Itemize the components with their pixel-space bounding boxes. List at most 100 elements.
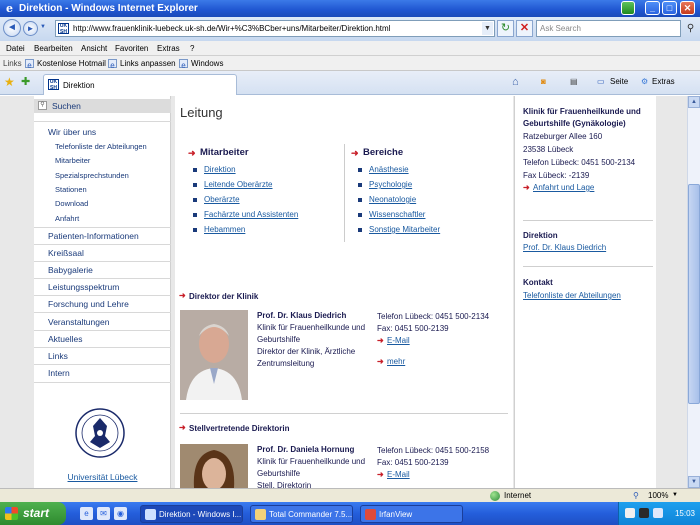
nav-item[interactable]: Kreißsaal (48, 247, 84, 259)
maximize-button[interactable]: □ (662, 1, 677, 15)
link-leitende-oberaerzte[interactable]: Leitende Oberärzte (204, 179, 273, 190)
nav-item[interactable]: Links (48, 350, 68, 362)
home-icon[interactable]: ⌂ (512, 76, 519, 88)
quicklaunch-ie-icon[interactable]: e (80, 507, 93, 520)
irfanview-icon (365, 509, 376, 520)
favorites-star-icon[interactable]: ★ (4, 75, 15, 89)
nav-item[interactable]: Aktuelles (48, 333, 83, 345)
search-input[interactable]: Ask Search (536, 20, 681, 37)
link-psychologie[interactable]: Psychologie (369, 179, 412, 190)
quicklaunch-media-icon[interactable]: ◉ (114, 507, 127, 520)
director-more-link[interactable]: mehr (387, 357, 405, 366)
deputy-email-link[interactable]: E-Mail (387, 470, 410, 479)
kontakt-link[interactable]: Telefonliste der Abteilungen (523, 290, 621, 302)
nav-item[interactable]: Babygalerie (48, 264, 93, 276)
tab-direktion[interactable]: UK SH Direktion (43, 74, 237, 95)
history-dropdown-icon[interactable]: ▼ (40, 24, 46, 30)
network-icon[interactable] (653, 508, 663, 518)
menu-extras[interactable]: Extras (157, 43, 180, 54)
arrow-icon: ➜ (377, 336, 384, 345)
task-total-commander[interactable]: Total Commander 7.5... (250, 505, 353, 523)
add-favorites-icon[interactable]: ✚ (21, 75, 30, 88)
bullet-icon (193, 168, 197, 172)
directions-link[interactable]: Anfahrt und Lage (533, 182, 594, 194)
link-wissenschaftler[interactable]: Wissenschaftler (369, 209, 425, 220)
nav-item[interactable]: Intern (48, 367, 70, 379)
back-button[interactable]: ◄ (3, 19, 21, 37)
zoom-dropdown-icon[interactable]: ▼ (672, 490, 678, 501)
clock: 15:03 (674, 509, 695, 518)
link-customize[interactable]: Links anpassen (120, 58, 176, 69)
director-email-link[interactable]: E-Mail (387, 336, 410, 345)
link-hotmail[interactable]: Kostenlose Hotmail (37, 58, 106, 69)
minimize-button[interactable]: _ (645, 1, 660, 15)
nav-subitem[interactable]: Mitarbeiter (55, 155, 90, 166)
section-director: Direktor der Klinik (189, 292, 259, 301)
link-anaesthesie[interactable]: Anästhesie (369, 164, 409, 175)
start-button[interactable]: start (0, 502, 66, 525)
scroll-thumb[interactable] (688, 184, 700, 404)
menu-ansicht[interactable]: Ansicht (81, 43, 107, 54)
nav-item[interactable]: Leistungsspektrum (48, 281, 119, 293)
address-field[interactable]: UK SH http://www.frauenklinik-luebeck.uk… (55, 20, 495, 37)
university-link[interactable]: Universität Lübeck (34, 472, 171, 482)
tray-icon[interactable] (639, 508, 649, 518)
help-icon[interactable] (625, 508, 635, 518)
close-button[interactable]: ✕ (680, 1, 695, 15)
director-portrait (180, 310, 248, 400)
page-menu[interactable]: Seite (610, 76, 628, 88)
tab-bar: ★ ✚ UK SH Direktion ⌂ ◙ ▤ ▭ Seite ⚙ Extr… (0, 71, 700, 95)
menu-datei[interactable]: Datei (6, 43, 25, 54)
nav-search[interactable]: ⚲ Suchen (34, 99, 171, 113)
quicklaunch-mail-icon[interactable]: ✉ (97, 507, 110, 520)
feeds-icon[interactable]: ◙ (541, 76, 546, 88)
nav-item[interactable]: Forschung und Lehre (48, 298, 129, 310)
refresh-button[interactable]: ↻ (497, 20, 514, 37)
task-label: IrfanView (379, 510, 413, 519)
scroll-down-icon[interactable]: ▼ (688, 476, 700, 488)
task-internet-explorer[interactable]: Direktion - Windows I... (140, 505, 243, 523)
stop-button[interactable]: ✕ (516, 20, 533, 37)
menu-favoriten[interactable]: Favoriten (115, 43, 148, 54)
vertical-scrollbar[interactable]: ▲ ▼ (687, 96, 700, 488)
link-neonatologie[interactable]: Neonatologie (369, 194, 416, 205)
nav-subitem[interactable]: Download (55, 198, 88, 209)
divider (34, 244, 171, 245)
arrow-icon: ➜ (188, 148, 196, 158)
forward-button[interactable]: ► (23, 21, 38, 36)
link-sonstige[interactable]: Sonstige Mitarbeiter (369, 224, 440, 235)
bullet-icon (193, 228, 197, 232)
nav-search-label: Suchen (52, 101, 81, 111)
tray-app-icon[interactable] (621, 1, 635, 15)
nav-item[interactable]: Patienten-Informationen (48, 230, 139, 242)
task-irfanview[interactable]: IrfanView (360, 505, 463, 523)
nav-item[interactable]: Veranstaltungen (48, 316, 109, 328)
url-text[interactable]: http://www.frauenklinik-luebeck.uk-sh.de… (73, 23, 390, 34)
nav-subitem[interactable]: Anfahrt (55, 213, 79, 224)
link-direktion[interactable]: Direktion (204, 164, 236, 175)
arrow-icon: ➜ (523, 183, 530, 192)
menu-help[interactable]: ? (190, 43, 194, 54)
direktion-link[interactable]: Prof. Dr. Klaus Diedrich (523, 242, 606, 254)
link-oberaerzte[interactable]: Oberärzte (204, 194, 240, 205)
ie-icon: e (6, 2, 13, 15)
nav-item[interactable]: Wir über uns (48, 126, 96, 138)
left-navigation: ⚲ Suchen Wir über uns Telefonliste der A… (34, 96, 171, 488)
nav-subitem[interactable]: Telefonliste der Abteilungen (55, 141, 147, 152)
link-fachaerzte[interactable]: Fachärzte und Assistenten (204, 209, 298, 220)
zoom-level[interactable]: 100% (648, 490, 668, 501)
site-favicon: UK SH (58, 23, 69, 35)
extras-menu[interactable]: Extras (652, 76, 675, 88)
search-icon[interactable]: ⚲ (683, 20, 698, 37)
scroll-up-icon[interactable]: ▲ (688, 96, 700, 108)
arrow-icon: ➜ (377, 357, 384, 366)
link-hebammen[interactable]: Hebammen (204, 224, 245, 235)
zoom-icon: ⚲ (633, 491, 639, 500)
menu-bearbeiten[interactable]: Bearbeiten (34, 43, 73, 54)
nav-subitem[interactable]: Spezialsprechstunden (55, 170, 129, 181)
nav-subitem[interactable]: Stationen (55, 184, 87, 195)
print-icon[interactable]: ▤ (570, 76, 578, 88)
deputy-phone: Telefon Lübeck: 0451 500-2158 (377, 446, 490, 455)
link-windows[interactable]: Windows (191, 58, 223, 69)
address-dropdown-icon[interactable]: ▼ (482, 22, 493, 35)
